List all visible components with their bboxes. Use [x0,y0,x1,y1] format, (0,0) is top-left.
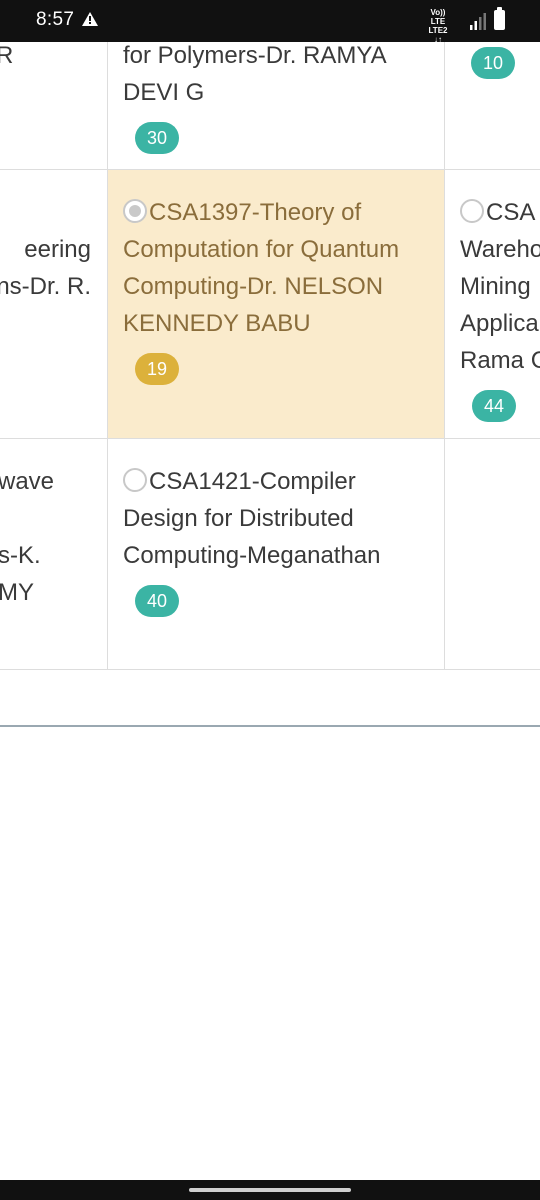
enrollment-count-badge: 19 [135,353,179,385]
network-indicator: Vo)) LTE LTE2 ↓↑ [425,8,451,44]
row1-mid-line-1: for Polymers-Dr. RAMYA [123,42,387,69]
course-label: CSA1421-Compiler Design for Distributed … [123,463,381,574]
home-gesture-handle[interactable] [189,1188,351,1192]
warning-icon [82,12,98,26]
status-bar: 8:57 Vo)) LTE LTE2 ↓↑ [0,0,540,44]
course-radio[interactable] [460,199,484,223]
course-line-4: Applica [460,310,539,337]
row1-right-cell[interactable]: 10 [445,42,540,169]
section-divider [0,725,540,727]
course-line-2: Design for Distributed [123,505,354,532]
course-line-3: Computing-Meganathan [123,542,381,569]
row3-left-line-2: s-K. [0,542,41,569]
enrollment-count-badge: 30 [135,122,179,154]
row3-right-cell [445,439,540,669]
course-option-csa1397[interactable]: CSA1397-Theory of Computation for Quantu… [108,170,444,438]
row3-left-line-3: MY [0,579,34,606]
row-divider [0,669,540,670]
enrollment-count-badge: 44 [472,390,516,422]
row3-left-cell: wave s-K. MY [0,439,107,669]
course-option-csa1421[interactable]: CSA1421-Compiler Design for Distributed … [108,439,444,669]
row1-mid-text: for Polymers-Dr. RAMYA DEVI G [123,37,387,111]
network-line-2: LTE2 ↓↑ [428,26,448,44]
course-label: CSA Wareho Mining Applica Rama C [460,194,540,379]
enrollment-count-badge: 10 [471,47,515,79]
course-line-5: Rama C [460,347,540,374]
status-time: 8:57 [36,9,75,30]
course-line-4: KENNEDY BABU [123,310,311,337]
row2-left-cell: eering ns-Dr. R. [0,170,107,438]
navigation-bar [0,1180,540,1200]
battery-icon [494,7,505,30]
course-line-2: Wareho [460,236,540,263]
row3-left-line-1: wave [0,468,55,495]
course-line-3: Computing-Dr. NELSON [123,273,384,300]
course-line-3: Mining [460,273,531,300]
row1-left-text: R [0,42,14,69]
course-line-1: CSA1421-Compiler [149,468,356,495]
course-radio[interactable] [123,468,147,492]
course-radio-selected[interactable] [123,199,147,223]
row3-left-text: wave s-K. MY [0,463,54,611]
signal-icon [470,13,486,30]
course-label: CSA1397-Theory of Computation for Quantu… [123,194,399,342]
course-option-right[interactable]: CSA Wareho Mining Applica Rama C 44 [445,170,540,438]
row2-left-line-2: ns-Dr. R. [0,273,91,300]
row2-left-line-1: eering [24,236,91,263]
course-line-1: CSA1397-Theory of [149,199,362,226]
row2-left-text: eering ns-Dr. R. [0,231,91,305]
row1-mid-line-2: DEVI G [123,79,205,106]
network-line-1: Vo)) LTE [430,8,446,26]
course-line-1: CSA [486,199,536,226]
row1-mid-cell[interactable]: for Polymers-Dr. RAMYA DEVI G 30 [108,42,444,169]
course-line-2: Computation for Quantum [123,236,400,263]
enrollment-count-badge: 40 [135,585,179,617]
row1-left-cell: R [0,42,107,169]
